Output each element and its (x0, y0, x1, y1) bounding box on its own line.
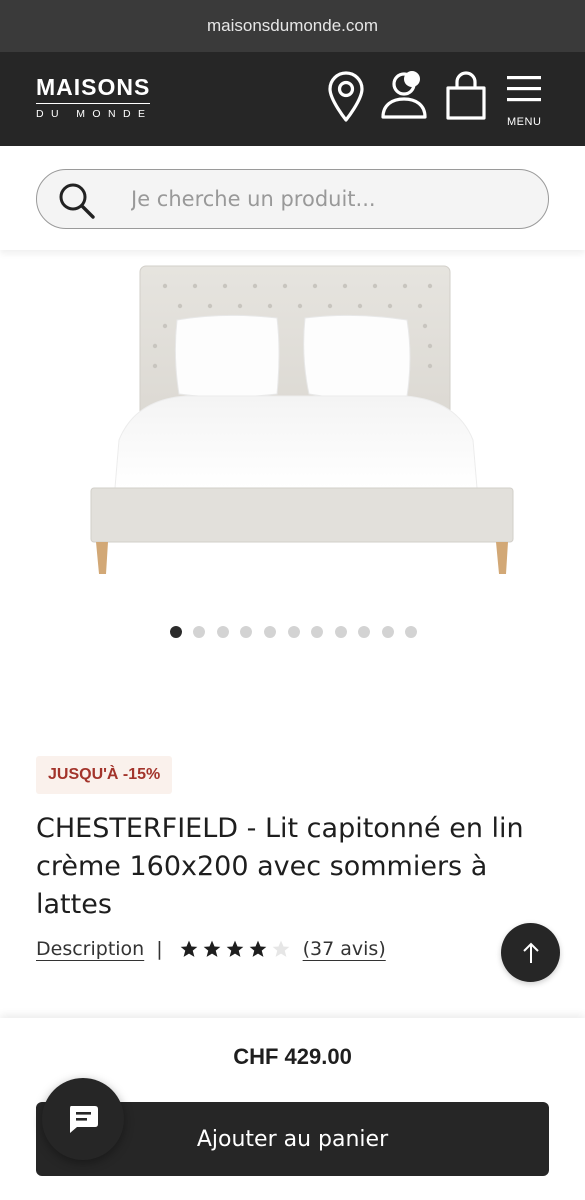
search-icon[interactable] (57, 181, 97, 226)
chat-icon (70, 1106, 98, 1133)
location-pin-icon[interactable] (326, 70, 366, 129)
search-bar[interactable] (36, 169, 549, 229)
star-filled-icon (226, 940, 243, 957)
arrow-up-icon (522, 942, 539, 963)
logo-divider (36, 103, 150, 104)
gallery-dot[interactable] (311, 626, 324, 638)
rating-stars[interactable] (179, 939, 291, 959)
gallery-dot[interactable] (216, 626, 229, 638)
product-meta: Description | (37 avis) (36, 938, 386, 960)
logo-sub-text: DU MONDE (36, 108, 153, 120)
gallery-dot[interactable] (287, 626, 300, 638)
gallery-dot[interactable] (381, 626, 394, 638)
gallery-dot[interactable] (169, 626, 182, 638)
meta-separator: | (156, 938, 163, 960)
gallery-dot[interactable] (263, 626, 276, 638)
gallery-dot[interactable] (334, 626, 347, 638)
browser-url-bar[interactable]: maisonsdumonde.com (0, 0, 585, 52)
discount-badge: JUSQU'À -15% (36, 756, 173, 794)
gallery-dot[interactable] (240, 626, 253, 638)
gallery-dot[interactable] (193, 626, 206, 638)
gallery-dot[interactable] (405, 626, 418, 638)
star-filled-icon (249, 940, 266, 957)
gallery-dot[interactable] (358, 626, 371, 638)
site-header: MAISONS DU MONDE (0, 52, 585, 146)
scroll-to-top-button[interactable] (501, 923, 560, 982)
shopping-bag-icon[interactable] (444, 70, 488, 127)
product-title: CHESTERFIELD - Lit capitonné en lin crèm… (36, 813, 524, 920)
product-image[interactable] (85, 262, 517, 586)
search-input[interactable] (131, 182, 531, 216)
description-link[interactable]: Description (36, 938, 144, 960)
brand-logo[interactable]: MAISONS DU MONDE (36, 74, 152, 120)
star-filled-icon (203, 940, 220, 957)
gallery-pagination (0, 626, 585, 638)
product-price: CHF 429.00 (233, 1044, 352, 1069)
hamburger-menu-icon[interactable] (505, 74, 543, 109)
logo-main-text: MAISONS (36, 74, 151, 100)
star-filled-icon (180, 940, 197, 957)
search-section (0, 146, 585, 250)
chat-button[interactable] (42, 1078, 124, 1160)
star-empty-icon (272, 940, 289, 957)
reviews-link[interactable]: (37 avis) (303, 938, 386, 960)
menu-label[interactable]: MENU (507, 116, 541, 128)
url-text: maisonsdumonde.com (206, 16, 379, 35)
account-icon[interactable] (380, 70, 432, 127)
